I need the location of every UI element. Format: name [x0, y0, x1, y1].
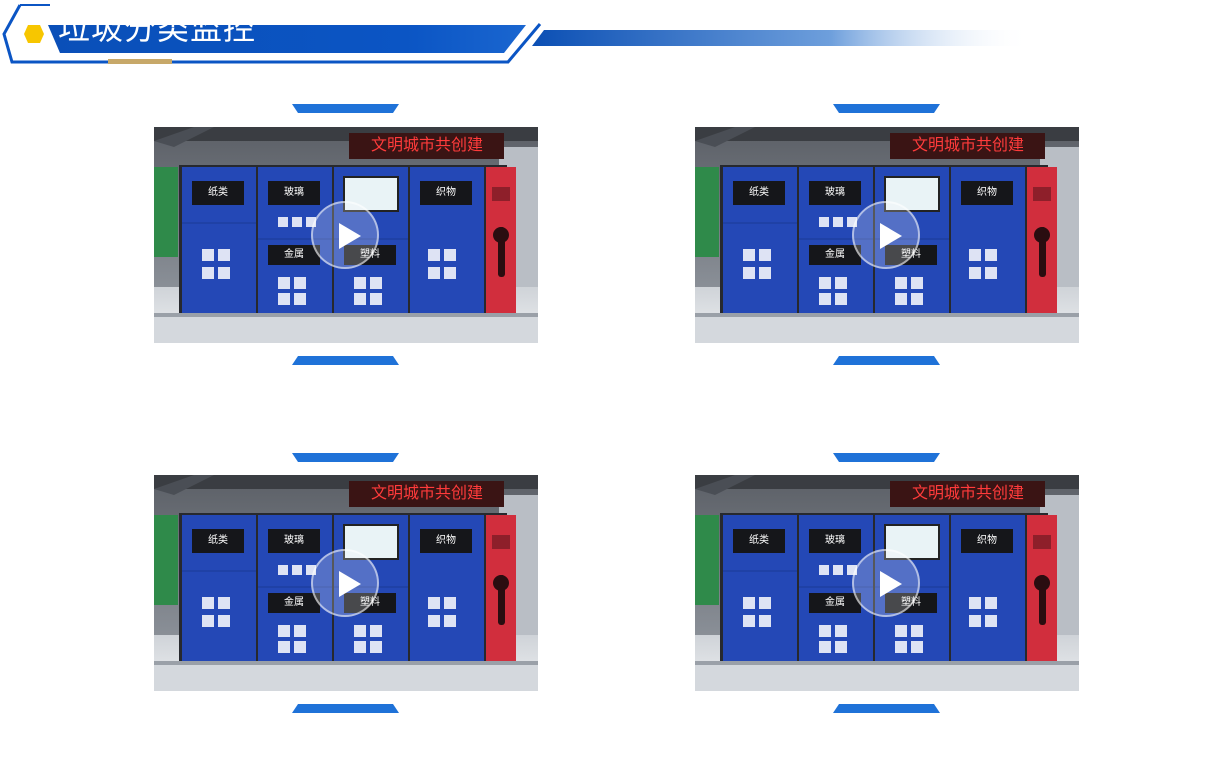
- video-player-3[interactable]: 文明城市共创建 纸类 玻璃 金属 塑料 织物: [154, 475, 538, 691]
- video-top-tab: [833, 453, 940, 462]
- led-sign: 文明城市共创建: [370, 483, 483, 502]
- led-sign: 文明城市共创建: [370, 135, 483, 154]
- play-icon[interactable]: [852, 549, 920, 617]
- bin-label-textile: 织物: [436, 187, 456, 198]
- play-icon[interactable]: [852, 201, 920, 269]
- led-sign: 文明城市共创建: [911, 483, 1024, 502]
- video-bottom-tab: [292, 704, 399, 713]
- bin-label-paper: 纸类: [749, 535, 769, 546]
- bin-label-paper: 纸类: [208, 187, 228, 198]
- bin-label-metal: 金属: [284, 597, 304, 608]
- bin-label-glass: 玻璃: [284, 187, 304, 198]
- bin-label-glass: 玻璃: [825, 535, 845, 546]
- bin-label-paper: 纸类: [208, 535, 228, 546]
- video-top-tab: [292, 104, 399, 113]
- led-sign: 文明城市共创建: [911, 135, 1024, 154]
- play-icon[interactable]: [311, 201, 379, 269]
- bin-label-textile: 织物: [977, 535, 997, 546]
- bin-label-glass: 玻璃: [825, 187, 845, 198]
- video-top-tab: [833, 104, 940, 113]
- hexagon-dot-icon: [24, 25, 44, 43]
- video-bottom-tab: [833, 704, 940, 713]
- bin-label-paper: 纸类: [749, 187, 769, 198]
- page-title: 垃圾分类监控: [58, 9, 257, 47]
- video-top-tab: [292, 453, 399, 462]
- header-banner: 垃圾分类监控: [0, 0, 1230, 70]
- play-icon[interactable]: [311, 549, 379, 617]
- bin-label-metal: 金属: [284, 249, 304, 260]
- bin-label-metal: 金属: [825, 597, 845, 608]
- bin-label-textile: 织物: [436, 535, 456, 546]
- bin-label-textile: 织物: [977, 187, 997, 198]
- video-bottom-tab: [292, 356, 399, 365]
- video-player-4[interactable]: 文明城市共创建 纸类 玻璃 金属 塑料 织物: [695, 475, 1079, 691]
- video-player-2[interactable]: 文明城市共创建 纸类 玻璃 金属 塑料 织物: [695, 127, 1079, 343]
- video-bottom-tab: [833, 356, 940, 365]
- bin-label-metal: 金属: [825, 249, 845, 260]
- bin-label-glass: 玻璃: [284, 535, 304, 546]
- video-player-1[interactable]: 文明城市共创建 纸类 玻璃 金属 塑料 织物: [154, 127, 538, 343]
